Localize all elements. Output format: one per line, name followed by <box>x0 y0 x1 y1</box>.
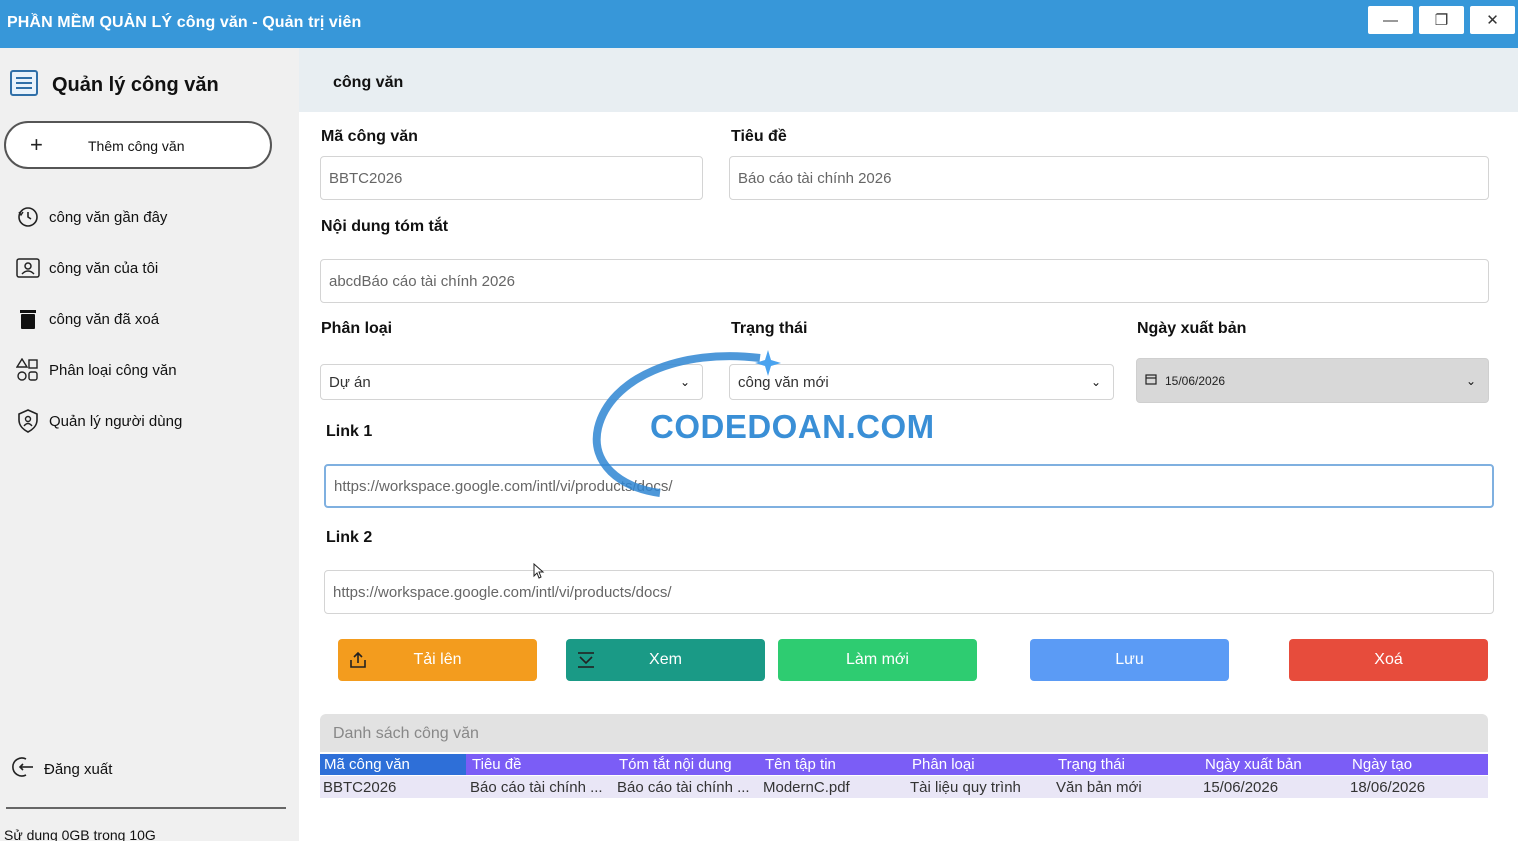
minimize-button[interactable]: — <box>1368 6 1413 34</box>
title-bar: PHẦN MỀM QUẢN LÝ công văn - Quản trị viê… <box>0 0 1518 48</box>
sidebar-item-label: công văn đã xoá <box>49 310 160 328</box>
main-panel: Mã công văn Tiêu đề Nội dung tóm tắt Phâ… <box>299 112 1518 841</box>
view-button[interactable]: Xem <box>566 639 765 681</box>
upload-icon <box>348 651 368 674</box>
category-select[interactable]: Dự án ⌄ <box>320 364 703 400</box>
refresh-button[interactable]: Làm mới <box>778 639 977 681</box>
chevron-down-icon: ⌄ <box>679 375 690 389</box>
add-document-label: Thêm công văn <box>88 138 185 154</box>
delete-label: Xoá <box>1374 651 1403 668</box>
table-caption-text: Danh sách công văn <box>333 725 479 742</box>
user-card-icon <box>16 256 40 280</box>
shield-user-icon <box>16 409 40 433</box>
logout-button[interactable]: Đăng xuất <box>12 755 112 784</box>
table-cell: Tài liệu quy trình <box>910 779 1021 796</box>
category-label: Phân loại <box>321 320 393 337</box>
download-icon <box>576 651 596 674</box>
publish-date-value: 15/06/2026 <box>1165 373 1226 388</box>
window-title: PHẦN MỀM QUẢN LÝ công văn - Quản trị viê… <box>7 14 362 31</box>
sidebar-item-label: Phân loại công văn <box>49 361 177 379</box>
history-icon <box>16 205 40 229</box>
status-label: Trạng thái <box>731 320 808 337</box>
column-header[interactable]: Phân loại <box>912 756 975 773</box>
code-input[interactable] <box>320 156 703 200</box>
column-header[interactable]: Tiêu đề <box>472 756 521 773</box>
chevron-down-icon: ⌄ <box>1090 375 1101 389</box>
title-label: Tiêu đề <box>731 128 787 145</box>
table-cell: Báo cáo tài chính ... <box>617 779 750 796</box>
sidebar-divider <box>6 807 286 809</box>
table-caption: Danh sách công văn <box>320 714 1488 752</box>
delete-button[interactable]: Xoá <box>1289 639 1488 681</box>
title-input[interactable] <box>729 156 1489 200</box>
add-document-button[interactable]: + Thêm công văn <box>4 121 272 169</box>
table-cell: BBTC2026 <box>323 779 397 796</box>
column-header[interactable]: Tên tập tin <box>765 756 836 773</box>
plus-icon: + <box>30 132 43 157</box>
code-label: Mã công văn <box>321 128 418 145</box>
column-header[interactable]: Ngày tạo <box>1352 756 1412 773</box>
category-value: Dự án <box>329 373 371 391</box>
refresh-label: Làm mới <box>846 651 909 668</box>
link1-input[interactable] <box>324 464 1494 508</box>
sidebar-item-categories[interactable]: Phân loại công văn <box>16 356 177 384</box>
main-header: công văn <box>299 48 1518 112</box>
restore-icon: ❐ <box>1434 12 1449 29</box>
logout-label: Đăng xuất <box>44 761 113 778</box>
mouse-cursor-icon <box>533 562 545 584</box>
table-row[interactable]: BBTC2026 Báo cáo tài chính ... Báo cáo t… <box>320 776 1488 798</box>
sidebar-item-recent[interactable]: công văn gần đây <box>16 203 167 231</box>
save-label: Lưu <box>1115 651 1144 668</box>
chevron-down-icon: ⌄ <box>1465 373 1476 388</box>
column-header[interactable]: Ngày xuất bản <box>1205 756 1302 773</box>
sidebar-item-mine[interactable]: công văn của tôi <box>16 254 158 282</box>
storage-usage: Sử dụng 0GB trong 10G <box>4 827 156 841</box>
sidebar-item-users[interactable]: Quản lý người dùng <box>16 407 182 435</box>
column-header[interactable]: Trạng thái <box>1058 756 1125 773</box>
document-table: Danh sách công văn Mã công văn Tiêu đề T… <box>320 714 1488 798</box>
brand: Quản lý công văn <box>10 70 219 101</box>
restore-button[interactable]: ❐ <box>1419 6 1464 34</box>
status-value: công văn mới <box>738 373 829 391</box>
column-header[interactable]: Tóm tắt nội dung <box>619 756 732 773</box>
sidebar-item-label: công văn của tôi <box>49 259 159 277</box>
brand-title: Quản lý công văn <box>52 74 219 96</box>
logout-icon <box>12 755 36 784</box>
sidebar-item-label: công văn gần đây <box>49 208 168 226</box>
sidebar-item-label: Quản lý người dùng <box>49 412 183 430</box>
link2-label: Link 2 <box>326 529 373 546</box>
sidebar: Quản lý công văn + Thêm công văn công vă… <box>0 48 298 841</box>
table-header: Mã công văn Tiêu đề Tóm tắt nội dung Tên… <box>320 754 1488 775</box>
table-cell: Văn bản mới <box>1056 779 1142 796</box>
save-button[interactable]: Lưu <box>1030 639 1229 681</box>
column-header[interactable]: Mã công văn <box>324 756 410 773</box>
calendar-icon <box>1145 373 1157 388</box>
table-cell: 15/06/2026 <box>1203 779 1279 796</box>
close-button[interactable]: ✕ <box>1470 6 1515 34</box>
status-select[interactable]: công văn mới ⌄ <box>729 364 1114 400</box>
trash-icon <box>16 307 40 331</box>
publish-date-label: Ngày xuất bản <box>1137 320 1247 337</box>
summary-label: Nội dung tóm tắt <box>321 218 449 235</box>
close-icon: ✕ <box>1486 12 1499 29</box>
category-icon <box>16 358 40 382</box>
table-cell: Báo cáo tài chính ... <box>470 779 603 796</box>
document-list-icon <box>10 70 38 101</box>
sidebar-item-deleted[interactable]: công văn đã xoá <box>16 305 159 333</box>
table-cell: 18/06/2026 <box>1350 779 1426 796</box>
view-label: Xem <box>649 651 682 668</box>
table-cell: ModernC.pdf <box>763 779 850 796</box>
upload-button[interactable]: Tải lên <box>338 639 537 681</box>
publish-date-picker[interactable]: 15/06/2026 ⌄ <box>1136 358 1489 403</box>
minimize-icon: — <box>1383 11 1398 29</box>
link1-label: Link 1 <box>326 423 373 440</box>
upload-label: Tải lên <box>413 651 462 668</box>
summary-input[interactable] <box>320 259 1489 303</box>
page-title: công văn <box>333 74 404 91</box>
link2-input[interactable] <box>324 570 1494 614</box>
